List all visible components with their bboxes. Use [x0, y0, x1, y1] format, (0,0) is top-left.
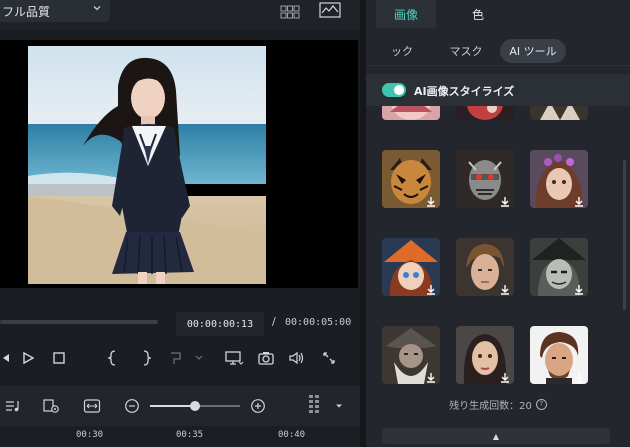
download-icon[interactable]	[425, 281, 437, 295]
fullscreen-icon[interactable]	[320, 349, 338, 367]
ruler-tick: 00:35	[176, 430, 204, 440]
zoom-slider-fill	[150, 405, 195, 407]
remaining-text: 残り生成回数：20	[449, 400, 532, 412]
download-icon[interactable]	[499, 369, 511, 383]
tab-basic[interactable]: ック	[382, 39, 422, 63]
play-icon[interactable]	[19, 349, 37, 367]
zoom-out-icon[interactable]	[123, 397, 141, 415]
download-icon[interactable]	[573, 369, 585, 383]
style-thumb[interactable]	[456, 150, 514, 208]
mark-out-icon[interactable]	[137, 349, 155, 367]
time-separator: /	[272, 315, 276, 328]
remaining-generations: 残り生成回数：20 ?	[366, 396, 630, 412]
time-bar: 00:00:00:13 / 00:00:05:00	[0, 306, 360, 340]
style-thumb[interactable]	[382, 106, 440, 120]
style-thumb[interactable]	[382, 238, 440, 296]
step-back-icon[interactable]	[0, 349, 14, 367]
timeline-ruler[interactable]: 00:30 00:35 00:40	[0, 426, 360, 447]
chevron-down-icon	[92, 3, 102, 16]
sub-tabs: ック マスク AI ツール	[366, 36, 630, 66]
quality-select[interactable]: フル品質	[0, 0, 110, 22]
zoom-slider-knob[interactable]	[190, 401, 200, 411]
download-icon[interactable]	[425, 369, 437, 383]
tab-mask[interactable]: マスク	[442, 39, 490, 63]
preview-topbar: フル品質	[0, 0, 360, 30]
download-icon[interactable]	[425, 193, 437, 207]
ai-stylize-label: AI画像スタイライズ	[414, 85, 515, 98]
stop-icon[interactable]	[50, 349, 68, 367]
current-time: 00:00:00:13	[176, 312, 264, 336]
style-thumb[interactable]	[530, 238, 588, 296]
playback-scrubber[interactable]	[0, 320, 158, 324]
tab-color[interactable]: 色	[446, 0, 510, 28]
fit-icon[interactable]	[83, 397, 101, 415]
panel-scrollbar[interactable]	[623, 160, 626, 310]
style-thumb[interactable]	[456, 326, 514, 384]
style-thumb[interactable]	[382, 150, 440, 208]
style-thumb[interactable]	[456, 106, 514, 120]
preview-area: フル品質 00:00:00:13 / 00:00:05:00 00:30 00:…	[0, 0, 360, 447]
help-icon[interactable]: ?	[535, 398, 547, 410]
collapse-icon: ▲	[492, 431, 500, 441]
collapse-button[interactable]: ▲	[382, 428, 610, 444]
volume-icon[interactable]	[288, 349, 306, 367]
ruler-tick: 00:40	[278, 430, 306, 440]
style-thumb[interactable]	[530, 106, 588, 120]
ai-stylize-toggle[interactable]	[382, 83, 406, 97]
more-icon[interactable]	[330, 397, 348, 415]
grid-view-icon[interactable]	[280, 4, 300, 19]
zoom-in-icon[interactable]	[249, 397, 267, 415]
mark-in-icon[interactable]	[104, 349, 122, 367]
total-time: 00:00:05:00	[285, 317, 352, 328]
audio-track-icon[interactable]	[4, 397, 22, 415]
columns-icon[interactable]	[305, 394, 323, 418]
timeline-toolbar	[0, 386, 360, 426]
style-thumb[interactable]	[530, 326, 588, 384]
playback-controls	[0, 345, 360, 373]
video-preview[interactable]	[0, 40, 358, 288]
download-icon[interactable]	[573, 281, 585, 295]
style-thumb[interactable]	[382, 326, 440, 384]
properties-panel: 画像 色 ック マスク AI ツール AI画像スタイライズ 残り生成回数：20 …	[366, 0, 630, 447]
ai-stylize-row: AI画像スタイライズ	[366, 74, 630, 106]
waveform-icon[interactable]	[319, 2, 341, 18]
clip-icon[interactable]	[42, 397, 60, 415]
ruler-tick: 00:30	[76, 430, 104, 440]
quality-label: フル品質	[2, 4, 51, 19]
download-icon[interactable]	[499, 193, 511, 207]
snapshot-icon[interactable]	[257, 349, 275, 367]
download-icon[interactable]	[499, 281, 511, 295]
tab-ai-tools[interactable]: AI ツール	[500, 39, 566, 63]
insert-icon[interactable]	[168, 349, 204, 367]
style-thumbnails	[366, 106, 630, 388]
download-icon[interactable]	[573, 193, 585, 207]
tab-image[interactable]: 画像	[376, 0, 436, 28]
style-thumb[interactable]	[456, 238, 514, 296]
style-thumb[interactable]	[530, 150, 588, 208]
main-tabs: 画像 色	[366, 0, 630, 28]
preview-image	[28, 46, 266, 284]
editor-window: フル品質 00:00:00:13 / 00:00:05:00 00:30 00:…	[0, 0, 630, 447]
display-icon[interactable]	[224, 349, 244, 367]
